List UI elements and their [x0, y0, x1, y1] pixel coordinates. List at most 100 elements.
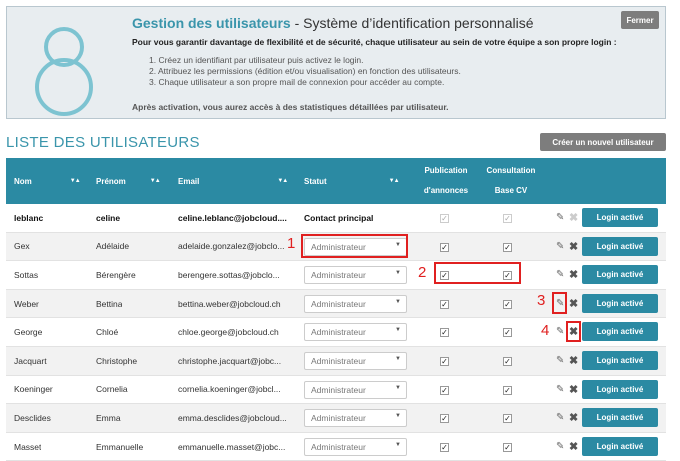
delete-icon[interactable]: ✖: [569, 354, 578, 367]
statut-select[interactable]: Administrateur ▼: [304, 266, 407, 285]
dropdown-caret-icon: ▼: [395, 298, 401, 305]
pencil-icon[interactable]: ✎: [556, 412, 564, 423]
consultation-checkbox[interactable]: ✓: [503, 385, 512, 395]
users-table: Nom ▼▲ Prénom ▼▲ Email ▼▲ Statut ▼▲ Publicat…: [6, 158, 666, 461]
cell-prenom: Bérengère: [96, 269, 136, 280]
delete-icon[interactable]: ✖: [569, 411, 578, 424]
consultation-checkbox[interactable]: ✓: [503, 414, 512, 424]
statut-select[interactable]: Administrateur ▼: [304, 380, 407, 399]
info-after: Après activation, vous aurez accès à des…: [132, 102, 449, 112]
cell-statut: Contact principal: [304, 212, 374, 223]
publication-checkbox[interactable]: ✓: [440, 414, 449, 424]
pencil-icon[interactable]: ✎: [556, 269, 564, 280]
cell-nom: Gex: [14, 241, 30, 252]
annotation-number-4: 4: [541, 322, 550, 339]
publication-checkbox[interactable]: ✓: [440, 385, 449, 395]
login-button[interactable]: Login activé: [582, 350, 658, 370]
section-title: LISTE DES UTILISATEURS: [6, 134, 200, 151]
cell-nom: Masset: [14, 441, 42, 452]
pencil-icon[interactable]: ✎: [556, 326, 564, 337]
cell-email: berengere.sottas@jobclo...: [178, 269, 280, 280]
cell-email: emma.desclides@jobcloud...: [178, 412, 287, 423]
login-button[interactable]: Login activé: [582, 208, 658, 227]
pencil-icon[interactable]: ✎: [556, 384, 564, 395]
pencil-icon[interactable]: ✎: [556, 212, 564, 223]
table-row: Weber Bettina bettina.weber@jobcloud.ch …: [6, 289, 666, 319]
sort-icon: ▼▲: [149, 178, 161, 184]
cell-prenom: Christophe: [96, 355, 138, 366]
create-user-button[interactable]: Créer un nouvel utilisateur: [540, 133, 666, 151]
info-panel: Gestion des utilisateurs - Système d’ide…: [6, 6, 666, 119]
header-email[interactable]: Email ▼▲: [178, 158, 288, 204]
cell-email: christophe.jacquart@jobc...: [178, 355, 282, 366]
cell-email: bettina.weber@jobcloud.ch: [178, 298, 281, 309]
delete-icon[interactable]: ✖: [569, 297, 578, 310]
consultation-checkbox[interactable]: ✓: [503, 328, 512, 338]
dropdown-caret-icon: ▼: [395, 355, 401, 362]
publication-checkbox[interactable]: ✓: [440, 242, 449, 252]
header-nom[interactable]: Nom ▼▲: [14, 158, 81, 204]
annotation-number-2: 2: [418, 264, 427, 281]
statut-select[interactable]: Administrateur ▼: [304, 351, 407, 370]
annotation-number-3: 3: [537, 292, 546, 309]
dropdown-caret-icon: ▼: [395, 270, 401, 277]
close-button[interactable]: Fermer: [621, 11, 659, 29]
header-statut[interactable]: Statut ▼▲: [304, 158, 400, 204]
delete-icon[interactable]: ✖: [569, 383, 578, 396]
header-consultation: Consultation Base CV: [486, 166, 536, 195]
delete-icon[interactable]: ✖: [569, 440, 578, 453]
login-button[interactable]: Login activé: [582, 236, 658, 256]
login-button[interactable]: Login activé: [582, 322, 658, 342]
statut-select[interactable]: Administrateur ▼: [304, 294, 407, 313]
sort-icon: ▼▲: [388, 178, 400, 184]
login-button[interactable]: Login activé: [582, 293, 658, 313]
info-title: Gestion des utilisateurs - Système d’ide…: [132, 15, 534, 31]
table-row: Sottas Bérengère berengere.sottas@jobclo…: [6, 261, 666, 290]
header-prenom[interactable]: Prénom ▼▲: [96, 158, 161, 204]
consultation-checkbox[interactable]: ✓: [503, 356, 512, 366]
login-button[interactable]: Login activé: [582, 265, 658, 285]
consultation-checkbox[interactable]: ✓: [503, 442, 512, 452]
dropdown-caret-icon: ▼: [395, 327, 401, 334]
delete-icon[interactable]: ✖: [569, 240, 578, 253]
statut-select[interactable]: Administrateur ▼: [304, 437, 407, 456]
cell-email: emmanuelle.masset@jobc...: [178, 441, 286, 452]
pencil-icon[interactable]: ✎: [556, 355, 564, 366]
table-row: leblanc celine celine.leblanc@jobcloud..…: [6, 204, 666, 233]
pencil-icon[interactable]: ✎: [556, 441, 564, 452]
dropdown-caret-icon: ▼: [395, 384, 401, 391]
cell-prenom: Adélaide: [96, 241, 130, 252]
login-button[interactable]: Login activé: [582, 379, 658, 399]
annotation-number-1: 1: [287, 235, 296, 252]
consultation-checkbox[interactable]: ✓: [503, 242, 512, 252]
table-row: Masset Emmanuelle emmanuelle.masset@jobc…: [6, 433, 666, 461]
consultation-checkbox[interactable]: ✓: [503, 299, 512, 309]
delete-icon[interactable]: ✖: [569, 268, 578, 281]
table-row: Jacquart Christophe christophe.jacquart@…: [6, 346, 666, 376]
statut-select[interactable]: Administrateur ▼: [304, 323, 407, 342]
cell-nom: leblanc: [14, 212, 44, 223]
table-row: Koeninger Cornelia cornelia.koeninger@jo…: [6, 376, 666, 405]
publication-checkbox[interactable]: ✓: [440, 299, 449, 309]
login-button[interactable]: Login activé: [582, 408, 658, 428]
publication-checkbox[interactable]: ✓: [440, 442, 449, 452]
cell-nom: George: [14, 327, 43, 338]
consultation-checkbox: ✓: [503, 214, 512, 223]
publication-checkbox: ✓: [440, 214, 449, 223]
statut-select[interactable]: Administrateur ▼: [304, 409, 407, 428]
cell-prenom: celine: [96, 212, 121, 223]
cell-prenom: Bettina: [96, 298, 123, 309]
cell-nom: Weber: [14, 298, 39, 309]
dropdown-caret-icon: ▼: [395, 441, 401, 448]
publication-checkbox[interactable]: ✓: [440, 328, 449, 338]
login-button[interactable]: Login activé: [582, 436, 658, 456]
annotation-box-1: [301, 234, 408, 258]
cell-nom: Koeninger: [14, 384, 53, 395]
publication-checkbox[interactable]: ✓: [440, 356, 449, 366]
cell-prenom: Emma: [96, 412, 121, 423]
info-step: 2. Attribuez les permissions (édition et…: [149, 66, 461, 76]
pencil-icon[interactable]: ✎: [556, 241, 564, 252]
info-lead: Pour vous garantir davantage de flexibil…: [132, 37, 617, 47]
dropdown-caret-icon: ▼: [395, 413, 401, 420]
info-step: 1. Créez un identifiant par utilisateur …: [149, 55, 364, 65]
